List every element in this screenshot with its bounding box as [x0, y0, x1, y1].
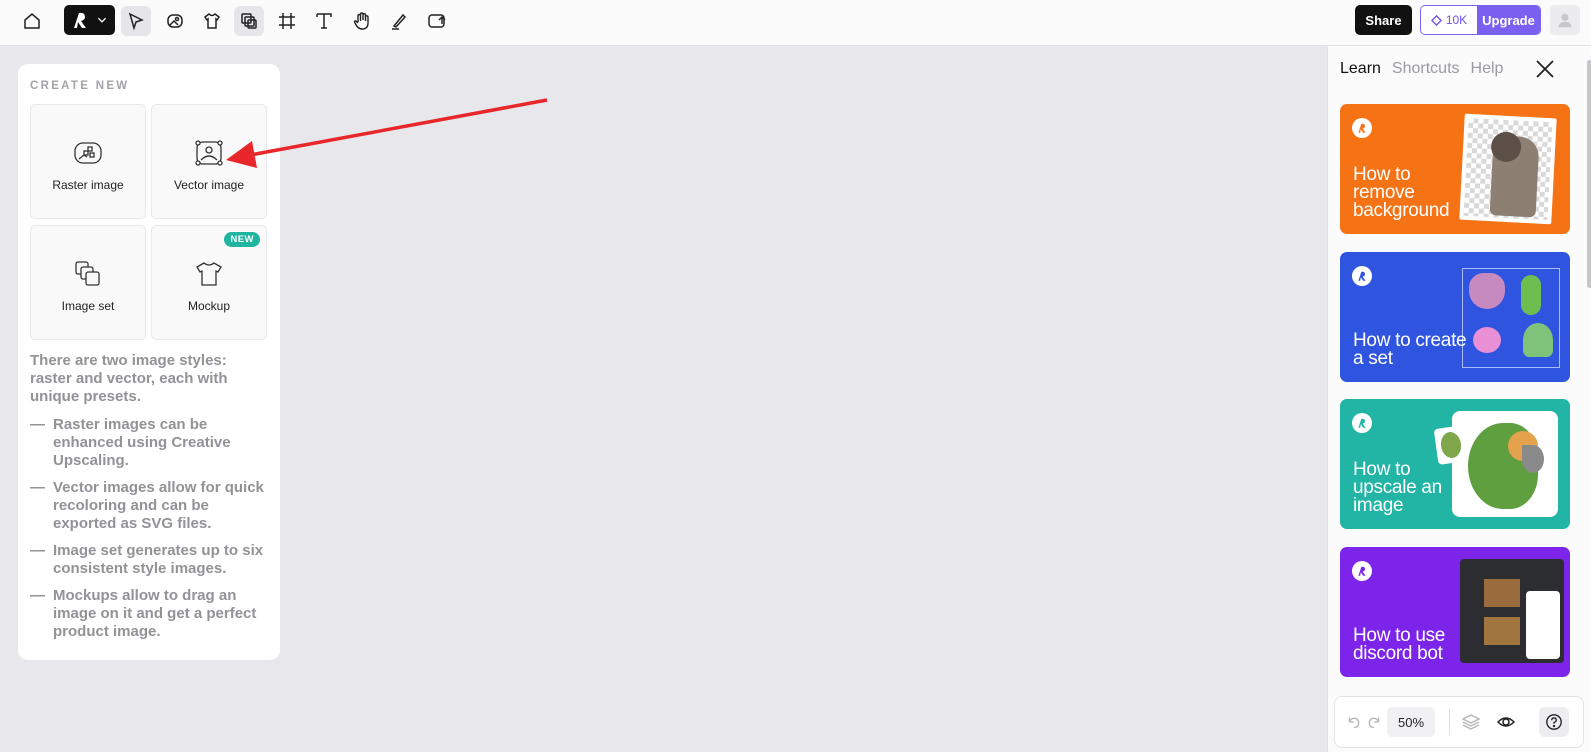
learn-card-upscale[interactable]: How to upscale an image: [1340, 399, 1570, 529]
recraft-logo-icon: [1352, 118, 1372, 138]
recraft-logo-icon: [1352, 561, 1372, 581]
zoom-level[interactable]: 50%: [1387, 707, 1435, 737]
layers-icon[interactable]: [1460, 711, 1482, 733]
panel-scrollbar[interactable]: [1587, 60, 1591, 288]
learn-panel: Learn Shortcuts Help How to remove backg…: [1327, 46, 1591, 752]
help-button[interactable]: [1539, 707, 1569, 737]
tab-shortcuts[interactable]: Shortcuts: [1392, 60, 1460, 78]
preview-eye-icon[interactable]: [1495, 711, 1517, 733]
learn-card-discord-bot[interactable]: How to use discord bot: [1340, 547, 1570, 677]
recraft-logo-icon: [1352, 413, 1372, 433]
redo-icon[interactable]: [1363, 711, 1385, 733]
undo-icon[interactable]: [1343, 711, 1365, 733]
parrot-thumbnail: [1433, 425, 1469, 465]
card-title: How to upscale an image: [1353, 459, 1442, 516]
learn-card-remove-background[interactable]: How to remove background: [1340, 104, 1570, 234]
card-title: How to create a set: [1353, 330, 1467, 369]
help-icon: [1546, 714, 1562, 730]
tab-help[interactable]: Help: [1471, 60, 1504, 78]
divider: [1449, 709, 1450, 735]
close-icon[interactable]: [1534, 58, 1556, 80]
canvas-controls: 50%: [1334, 696, 1584, 748]
tab-learn[interactable]: Learn: [1340, 60, 1381, 78]
discord-screenshot-illustration: [1460, 559, 1564, 663]
dog-photo-illustration: [1459, 113, 1557, 225]
card-title: How to remove background: [1353, 164, 1450, 221]
card-title: How to use discord bot: [1353, 625, 1446, 664]
learn-tabs: Learn Shortcuts Help: [1340, 60, 1503, 78]
recraft-logo-icon: [1352, 266, 1372, 286]
plant-set-illustration: [1462, 268, 1560, 368]
learn-card-create-set[interactable]: How to create a set: [1340, 252, 1570, 382]
